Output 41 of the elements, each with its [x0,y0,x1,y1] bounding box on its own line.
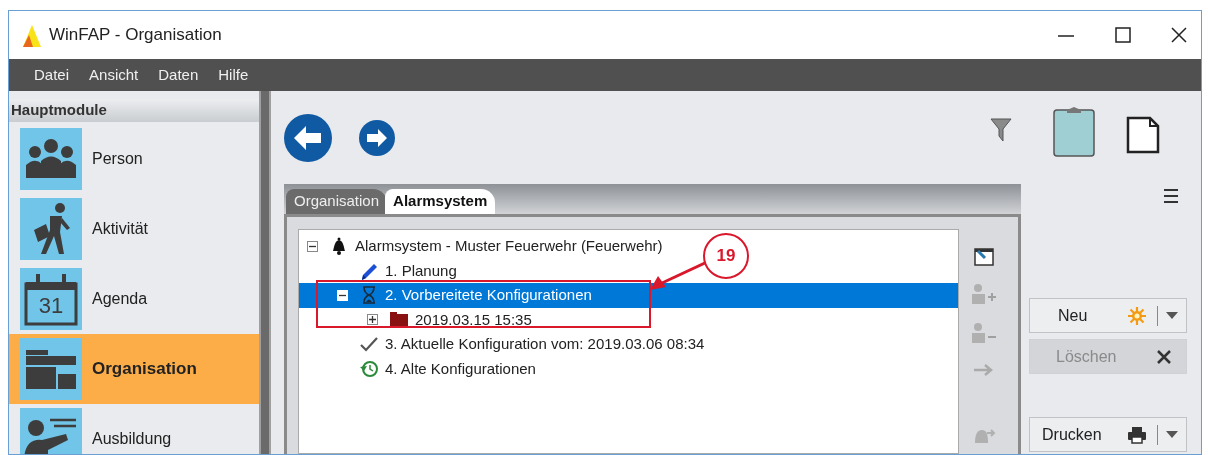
sidebar-item[interactable]: 31 Agenda [9,263,259,334]
menu-item[interactable]: Ansicht [80,63,148,87]
people-group-icon [20,127,82,190]
collapse-icon[interactable] [307,240,318,252]
window-title: WinFAP - Organisation [49,24,222,47]
menu-item[interactable]: Hilfe [209,63,258,87]
folders-icon [20,337,82,400]
tree-item[interactable]: 4. Alte Konfigurationen [299,356,538,381]
document-icon[interactable] [1126,116,1160,154]
maximize-icon[interactable] [1115,27,1131,43]
calendar-icon: 31 [20,267,82,330]
tree-item[interactable]: 3. Aktuelle Konfiguration vom: 2019.03.06 08:34 [299,332,707,357]
tree-item[interactable]: 2019.03.15 15:35 [299,307,534,332]
callout-arrow [648,262,706,292]
close-icon[interactable] [1171,27,1187,43]
tab[interactable]: Alarmsystem [385,189,496,214]
tree-item[interactable]: Alarmsystem - Muster Feuerwehr (Feuerwehr) [299,234,665,259]
caret-icon[interactable] [1166,311,1178,320]
menu-icon[interactable] [1163,188,1179,204]
action-button[interactable]: Neu [1029,298,1187,333]
clock-icon [359,358,379,379]
filter-icon[interactable] [990,118,1012,142]
menu-item[interactable]: Daten [149,63,208,87]
edit-window-icon[interactable] [973,245,995,267]
sidebar-item[interactable]: Ausbildung [9,403,259,454]
caret-icon[interactable] [1166,430,1178,439]
sidebar-item[interactable]: Aktivität [9,193,259,264]
printer-icon [1127,424,1147,445]
presenter-icon [20,407,82,454]
walking-figure-icon [20,197,82,260]
sun-icon [1127,305,1147,326]
app-logo-icon [21,23,43,47]
clipboard-icon[interactable] [1053,107,1095,157]
sidebar-item[interactable]: Organisation [9,333,259,404]
tree-item[interactable]: 1. Planung [299,258,459,283]
menu-item[interactable]: Datei [25,63,79,87]
tab[interactable]: Organisation [286,189,388,214]
tree-item[interactable]: 2. Vorbereitete Konfigurationen [299,283,958,308]
sidebar-item[interactable]: Person [9,123,259,194]
action-button[interactable]: Drucken [1029,417,1187,452]
expand-icon[interactable] [367,314,378,326]
